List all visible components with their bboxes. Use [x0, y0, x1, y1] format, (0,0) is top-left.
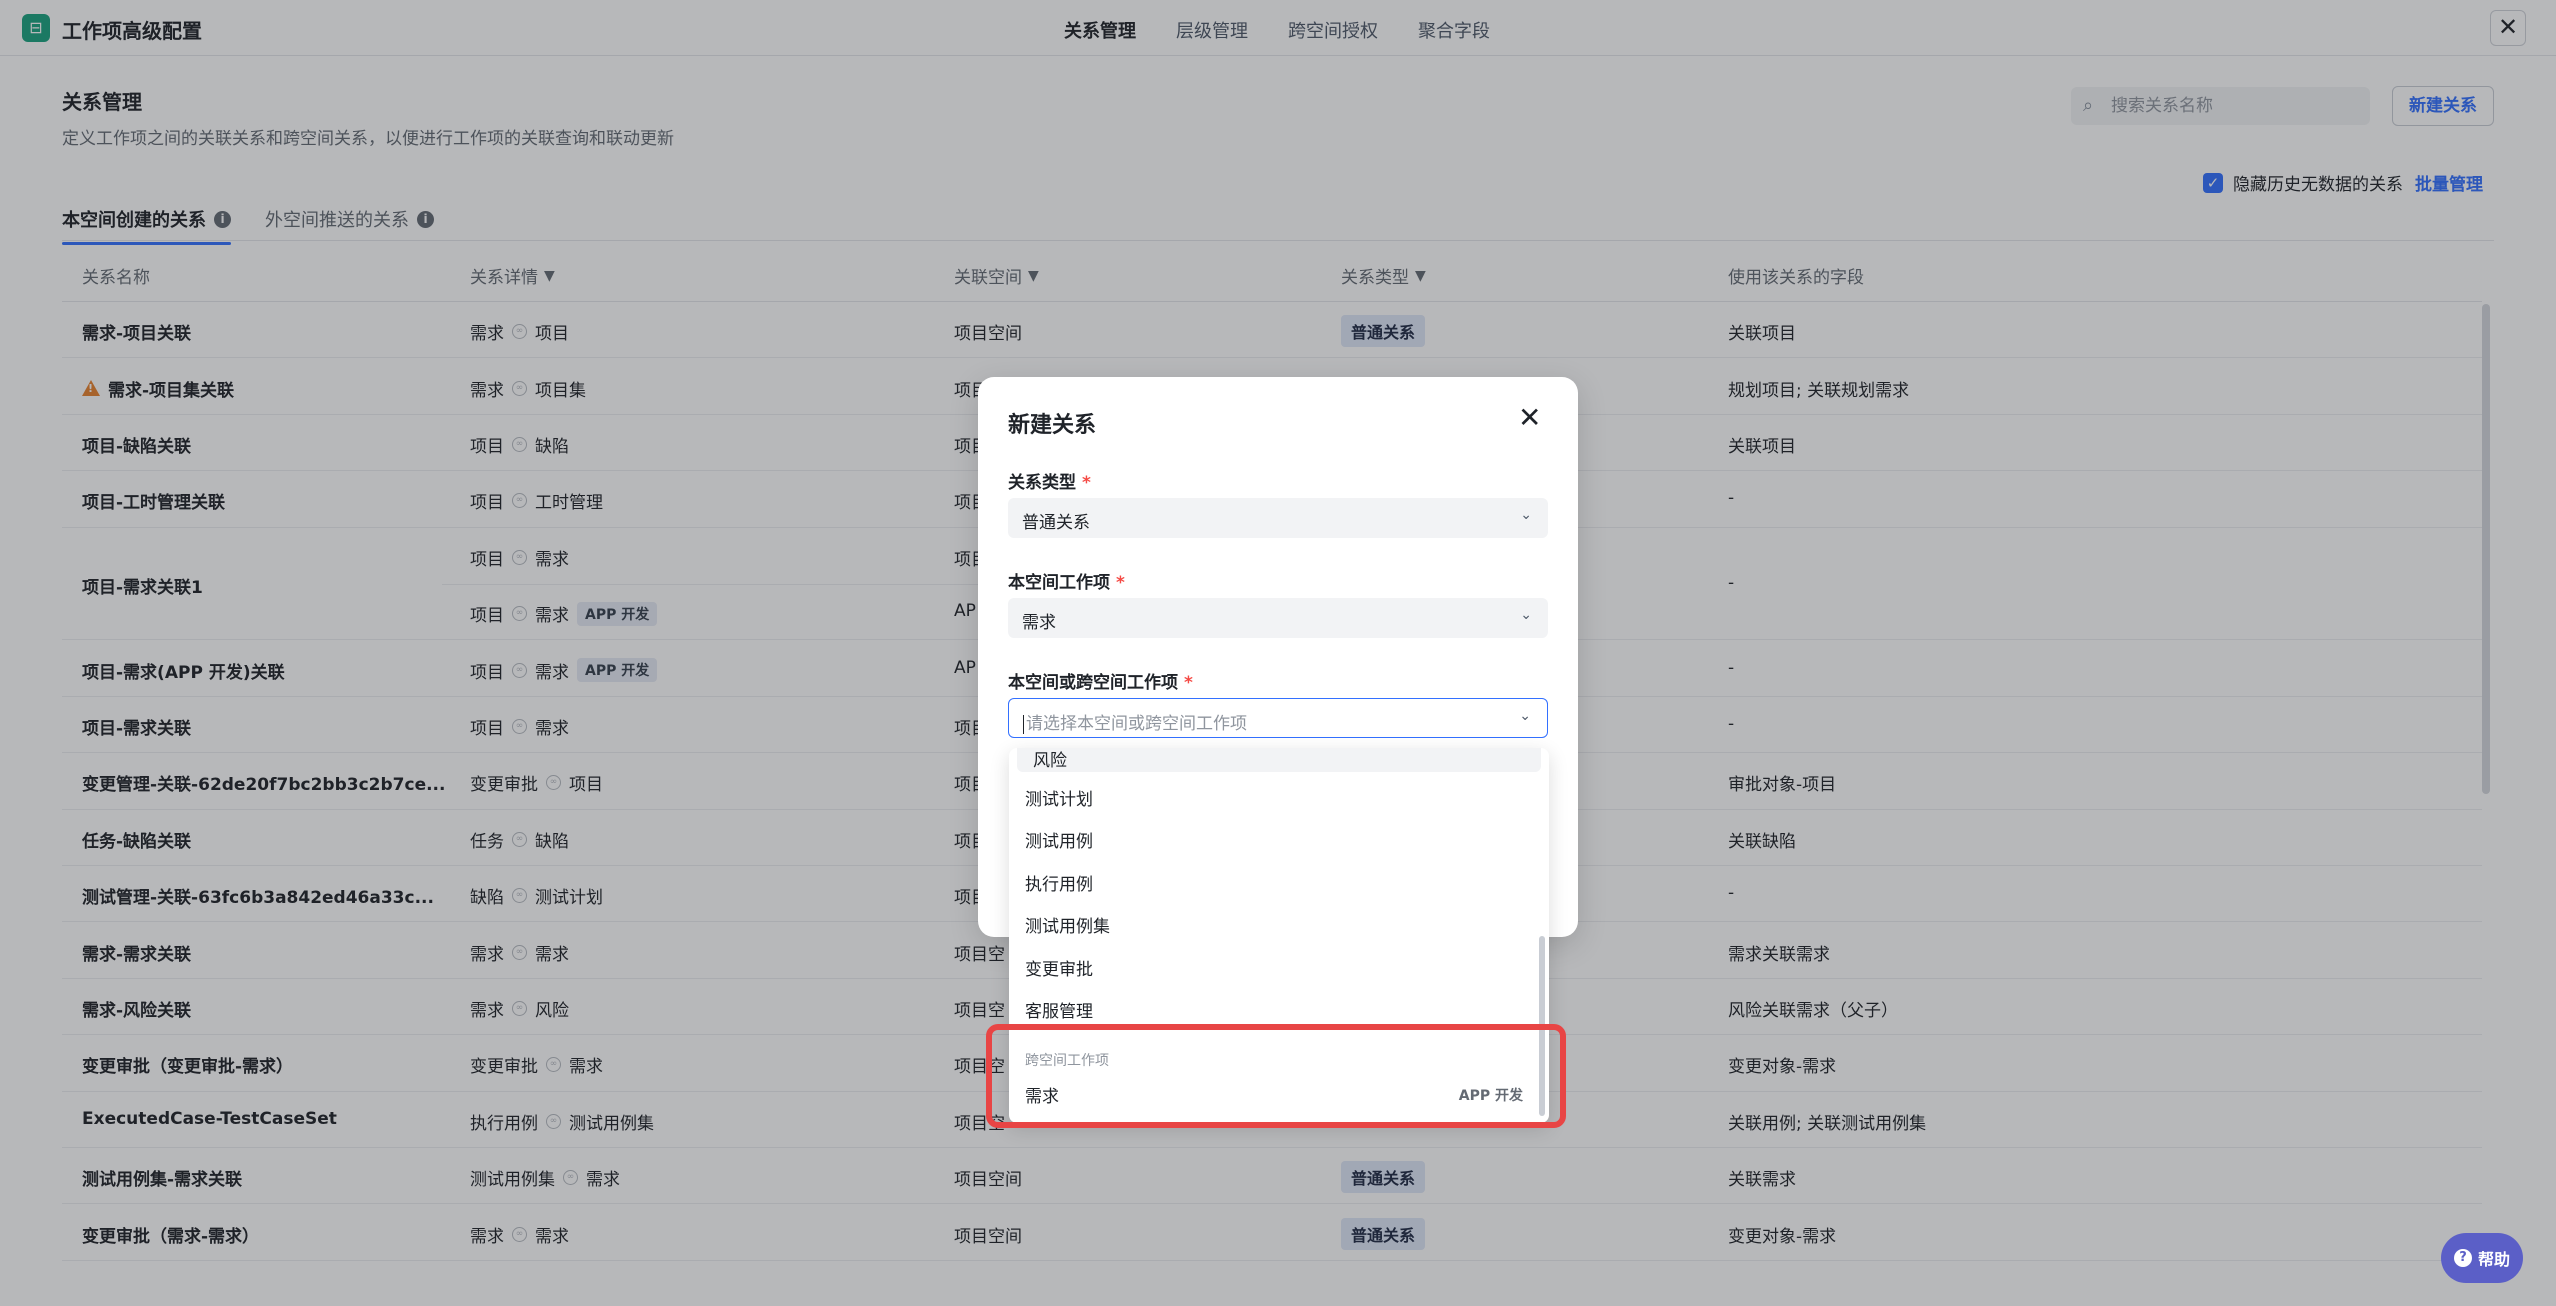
dialog-title: 新建关系	[1008, 413, 1097, 438]
relation-type-select[interactable]: 普通关系 ⌄	[1008, 498, 1548, 538]
dropdown-option[interactable]: 测试用例	[1025, 827, 1093, 852]
close-icon[interactable]: ✕	[1518, 404, 1541, 432]
relation-type-label: 关系类型 *	[1008, 473, 1091, 493]
target-item-select[interactable]: 请选择本空间或跨空间工作项 ⌄	[1008, 698, 1548, 738]
dropdown-option[interactable]: 客服管理	[1025, 997, 1093, 1022]
target-item-label: 本空间或跨空间工作项 *	[1008, 673, 1193, 693]
help-button[interactable]: ? 帮助	[2441, 1233, 2523, 1283]
highlight-box	[986, 1024, 1566, 1128]
local-item-label: 本空间工作项 *	[1008, 573, 1125, 593]
dropdown-option[interactable]: 风险	[1017, 748, 1541, 772]
local-item-select[interactable]: 需求 ⌄	[1008, 598, 1548, 638]
chevron-down-icon: ⌄	[1520, 507, 1532, 523]
dropdown-option[interactable]: 测试计划	[1025, 785, 1093, 810]
dropdown-option[interactable]: 执行用例	[1025, 870, 1093, 895]
help-icon: ?	[2453, 1249, 2472, 1267]
chevron-down-icon: ⌄	[1519, 708, 1531, 724]
chevron-down-icon: ⌄	[1520, 607, 1532, 623]
dropdown-option[interactable]: 变更审批	[1025, 955, 1093, 980]
dropdown-option[interactable]: 测试用例集	[1025, 912, 1110, 937]
